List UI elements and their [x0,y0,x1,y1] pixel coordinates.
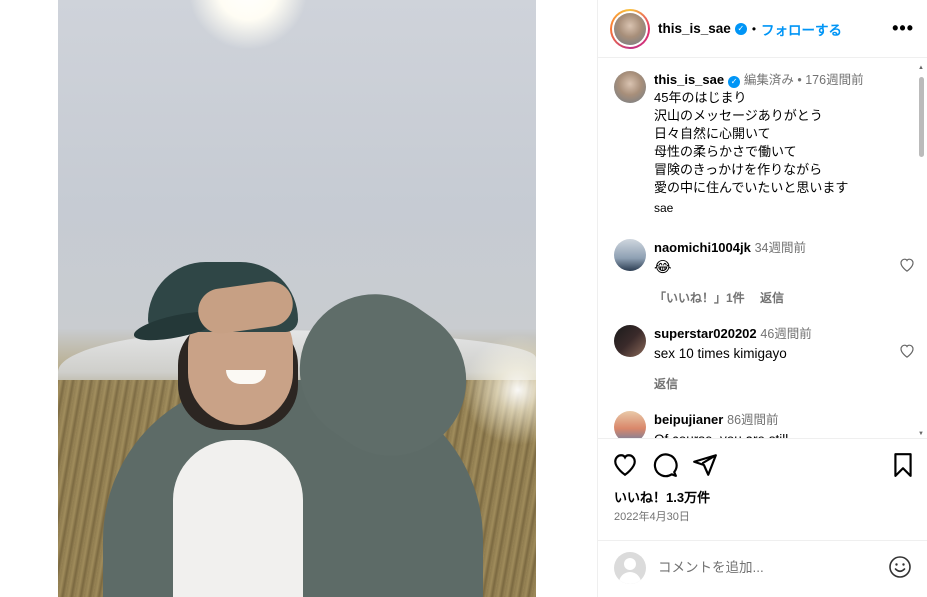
scrollbar-thumb[interactable] [919,77,924,157]
share-icon[interactable] [692,452,718,478]
current-user-avatar [614,552,646,584]
sun-glare [188,0,308,50]
caption-line: 母性の柔らかさで働いて [654,144,797,159]
commenter-username[interactable]: beipujianer [654,412,723,427]
caption-line: 45年のはじまり [654,90,747,105]
comment-text: sex 10 times kimigayo [654,346,787,361]
caption-line: 冒険のきっかけを作りながら [654,162,823,177]
caption-row: this_is_sae ✓ 編集済み • 176週間前 45年のはじまり 沢山のメ… [614,71,910,221]
comment-content: superstar020202 46週間前 sex 10 times kimig… [654,325,904,393]
post-date[interactable]: 2022年4月30日 [614,508,690,524]
comment-bar [598,540,927,597]
comment-row: superstar020202 46週間前 sex 10 times kimig… [614,325,914,395]
comment-row: naomichi1004jk 34週間前 😂 「いいね！」1件 返信 [614,239,914,309]
author-avatar-small[interactable] [614,71,646,103]
comment-text: 😂 [654,259,672,276]
caption-line: 愛の中に住んでいたいと思います [654,180,849,195]
photo-pane [0,0,597,597]
comment-time[interactable]: 86週間前 [727,413,778,427]
verified-icon: ✓ [728,76,741,88]
comment-icon[interactable] [652,452,678,478]
reply-button[interactable]: 返信 [654,377,678,391]
heart-icon[interactable] [612,452,638,478]
follow-button[interactable]: フォローする [761,19,842,39]
caption-username[interactable]: this_is_sae [654,72,724,87]
post-actions [612,452,912,482]
author-avatar[interactable] [610,8,650,49]
reply-button[interactable]: 返信 [760,291,784,305]
more-icon[interactable]: ••• [892,18,914,39]
comment-time[interactable]: 46週間前 [760,327,811,341]
comment-content: beipujianer 86週間前 Of course, you are sti… [654,411,904,438]
instagram-post-view: this_is_sae ✓ • フォローする ••• this_is_sae ✓ … [0,0,927,597]
caption-content: this_is_sae ✓ 編集済み • 176週間前 45年のはじまり 沢山のメ… [654,71,904,217]
commenter-avatar[interactable] [614,325,646,357]
post-photo[interactable] [58,0,536,597]
heart-icon[interactable] [899,257,915,276]
person-shirt [173,440,303,597]
comment-row: beipujianer 86週間前 Of course, you are sti… [614,411,910,438]
edited-label: 編集済み [743,73,794,87]
scroll-up-icon[interactable]: ▲ [918,65,924,71]
comment-content: naomichi1004jk 34週間前 😂 「いいね！」1件 返信 [654,239,904,307]
author-username[interactable]: this_is_sae [658,21,731,36]
comment-actions: 「いいね！」1件 返信 [654,289,904,307]
scroll-down-icon[interactable]: ▼ [918,431,924,437]
caption-line: 沢山のメッセージありがとう [654,108,823,123]
comment-time[interactable]: 34週間前 [755,241,806,255]
separator-dot: • [751,21,757,36]
commenter-username[interactable]: superstar020202 [654,326,757,341]
caption-line: 日々自然に心開いて [654,126,771,141]
scrollbar[interactable]: ▲ ▼ [917,59,925,439]
post-side-panel: this_is_sae ✓ • フォローする ••• this_is_sae ✓ … [597,0,927,597]
comments-scroll-area[interactable]: this_is_sae ✓ 編集済み • 176週間前 45年のはじまり 沢山のメ… [598,59,927,439]
commenter-username[interactable]: naomichi1004jk [654,240,751,255]
comment-input[interactable] [658,556,878,578]
post-header: this_is_sae ✓ • フォローする ••• [598,0,927,58]
comment-likes[interactable]: 「いいね！」1件 [654,291,745,305]
heart-icon[interactable] [899,343,915,362]
emoji-icon[interactable] [888,555,912,579]
likes-count[interactable]: いいね！1.3万件 [614,487,710,506]
commenter-avatar[interactable] [614,411,646,438]
commenter-avatar[interactable] [614,239,646,271]
caption-time[interactable]: 176週間前 [805,73,863,87]
comment-text: Of course, you are still [654,431,904,438]
verified-icon: ✓ [734,22,747,35]
bookmark-icon[interactable] [890,452,916,478]
caption-signature: sae [654,201,674,215]
comment-actions: 返信 [654,375,904,393]
